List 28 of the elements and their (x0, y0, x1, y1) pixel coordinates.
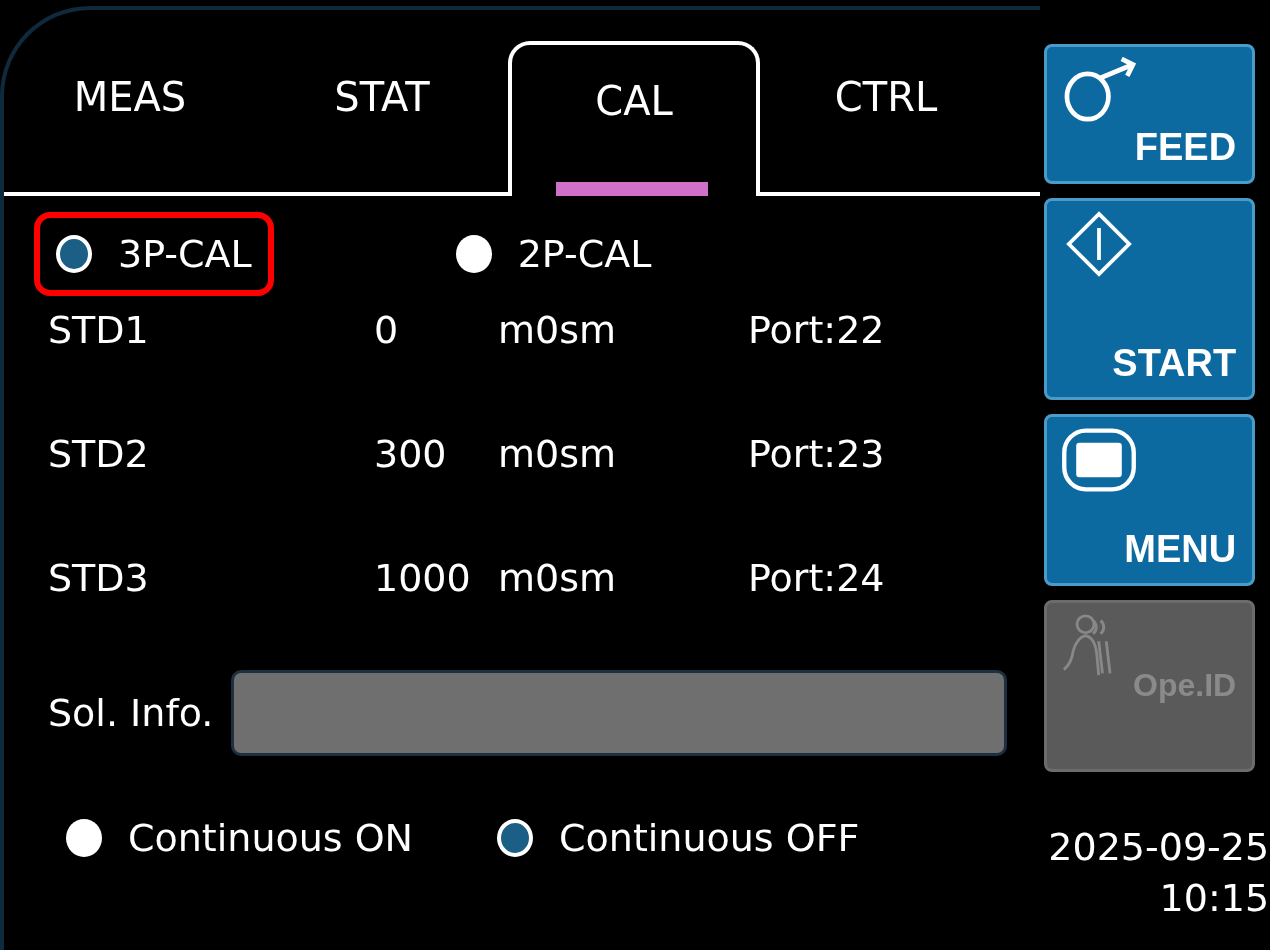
input-field[interactable] (231, 670, 1008, 756)
time-label: 10:15 (1159, 875, 1270, 923)
tab[interactable]: CTRL (760, 42, 1012, 192)
standard-name: STD2 (48, 432, 150, 476)
sol-info-label: Sol. Info. (48, 691, 214, 735)
monitor-icon (1061, 427, 1137, 493)
unit-label: m0sm (498, 432, 617, 476)
standard-name: STD1 (48, 308, 150, 352)
unit-label: m0sm (498, 556, 617, 600)
unit-label: m0sm (498, 308, 617, 352)
tab[interactable]: STAT (256, 42, 508, 192)
radio-option[interactable]: Continuous OFF (475, 796, 882, 880)
standard-value: 0 (374, 308, 400, 352)
tab[interactable]: CAL (508, 41, 760, 196)
radio-option[interactable]: 3P-CAL (34, 212, 274, 296)
port-label: Port:24 (748, 556, 886, 600)
port-label: Port:23 (748, 432, 886, 476)
radio-option[interactable]: 2P-CAL (433, 212, 674, 296)
radio-option[interactable]: Continuous ON (44, 796, 436, 880)
standard-value: 300 (374, 432, 448, 476)
standard-name: STD3 (48, 556, 150, 600)
side-button[interactable]: FEED (1044, 44, 1256, 184)
side-button[interactable]: START (1044, 198, 1256, 400)
date-label: 2025-09-25 (1048, 824, 1270, 871)
side-button[interactable]: MENU (1044, 414, 1256, 586)
tab[interactable]: MEAS (4, 42, 256, 192)
standard-value: 1000 (374, 556, 472, 600)
port-label: Port:22 (748, 308, 886, 352)
